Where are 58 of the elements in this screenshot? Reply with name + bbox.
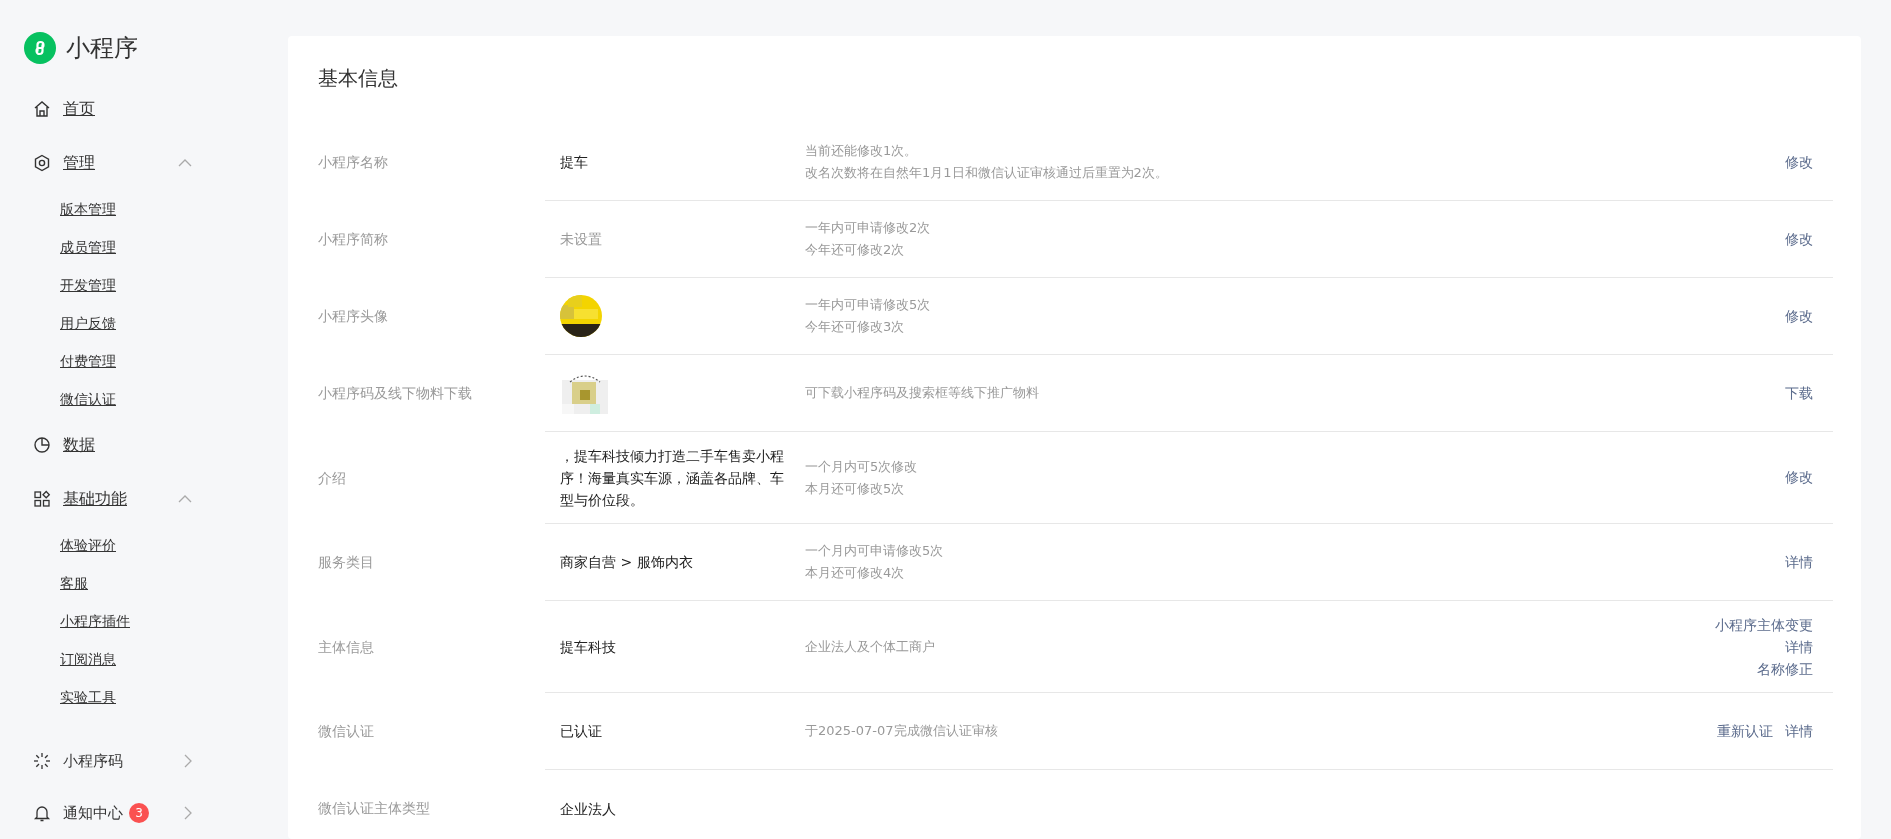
field-note: 于2025-07-07完成微信认证审核: [805, 722, 999, 740]
field-label: 介绍: [318, 468, 347, 488]
sidebar-subitem[interactable]: 微信认证: [24, 380, 288, 418]
sidebar-subitem[interactable]: 订阅消息: [24, 640, 288, 678]
action-link[interactable]: 下载: [1785, 382, 1813, 404]
field-label: 小程序简称: [318, 230, 389, 250]
sidebar-item[interactable]: 通知中心: [63, 801, 123, 825]
sidebar-subitem[interactable]: 版本管理: [24, 190, 288, 228]
sidebar-subitem[interactable]: 成员管理: [24, 228, 288, 266]
field-value: 提车: [560, 154, 588, 170]
field-value: 已认证: [560, 723, 602, 739]
logo-icon: [24, 32, 56, 64]
field-note: 一年内可申请修改5次 今年还可修改3次: [805, 296, 932, 336]
action-link[interactable]: 修改: [1785, 228, 1813, 250]
field-label: 服务类目: [318, 553, 375, 573]
chevron-right-icon: [184, 806, 192, 820]
sidebar-subitem[interactable]: 开发管理: [24, 266, 288, 304]
action-link[interactable]: 详情: [1785, 720, 1813, 742]
action-link[interactable]: 修改: [1785, 467, 1813, 488]
field-value: 商家自营 > 服饰内衣: [560, 554, 693, 570]
sparkle-icon: [33, 752, 51, 770]
field-label: 主体信息: [318, 637, 375, 657]
grid-icon: [33, 490, 51, 508]
field-label: 小程序码及线下物料下载: [318, 384, 473, 404]
action-link[interactable]: 重新认证: [1717, 720, 1773, 742]
field-note: 可下载小程序码及搜索框等线下推广物料: [805, 384, 1040, 402]
home-icon: [33, 100, 51, 118]
field-note: 当前还能修改1次。 改名次数将在自然年1月1日和微信认证审核通过后重置为2次。: [805, 142, 1169, 182]
sidebar-subitem[interactable]: 客服: [24, 564, 288, 602]
action-link[interactable]: 名称修正: [1757, 657, 1813, 680]
app-title: 小程序: [66, 33, 138, 64]
pie-chart-icon: [33, 436, 51, 454]
sidebar-subitem[interactable]: 体验评价: [24, 526, 288, 564]
action-link[interactable]: 修改: [1785, 305, 1813, 327]
action-link[interactable]: 小程序主体变更: [1715, 613, 1813, 636]
action-link[interactable]: 修改: [1785, 151, 1813, 173]
field-label: 小程序头像: [318, 307, 389, 327]
field-note: 一年内可申请修改2次 今年还可修改2次: [805, 219, 932, 259]
chevron-right-icon: [184, 754, 192, 768]
field-note: 企业法人及个体工商户: [805, 637, 936, 656]
sidebar-item[interactable]: 管理: [24, 136, 204, 190]
section-title: 基本信息: [318, 66, 399, 90]
sidebar-subitem[interactable]: 用户反馈: [24, 304, 288, 342]
hexagon-icon: [33, 154, 51, 172]
field-value: ，提车科技倾力打造二手车售卖小程序！海量真实车源，涵盖各品牌、车型与价位段。: [560, 447, 784, 508]
sidebar-subitem[interactable]: 实验工具: [24, 678, 288, 716]
field-value: 企业法人: [560, 800, 616, 817]
sidebar-subitem[interactable]: 小程序插件: [24, 602, 288, 640]
field-value: 提车科技: [560, 638, 616, 655]
notification-count: 3: [129, 803, 149, 823]
field-label: 微信认证: [318, 722, 375, 742]
action-link[interactable]: 详情: [1785, 551, 1813, 573]
bell-icon: [33, 804, 51, 822]
sidebar-subitem[interactable]: 付费管理: [24, 342, 288, 380]
field-label: 小程序名称: [318, 153, 389, 173]
sidebar-item[interactable]: 小程序码: [63, 749, 123, 773]
field-label: 微信认证主体类型: [318, 799, 431, 819]
action-link[interactable]: 详情: [1785, 635, 1813, 658]
